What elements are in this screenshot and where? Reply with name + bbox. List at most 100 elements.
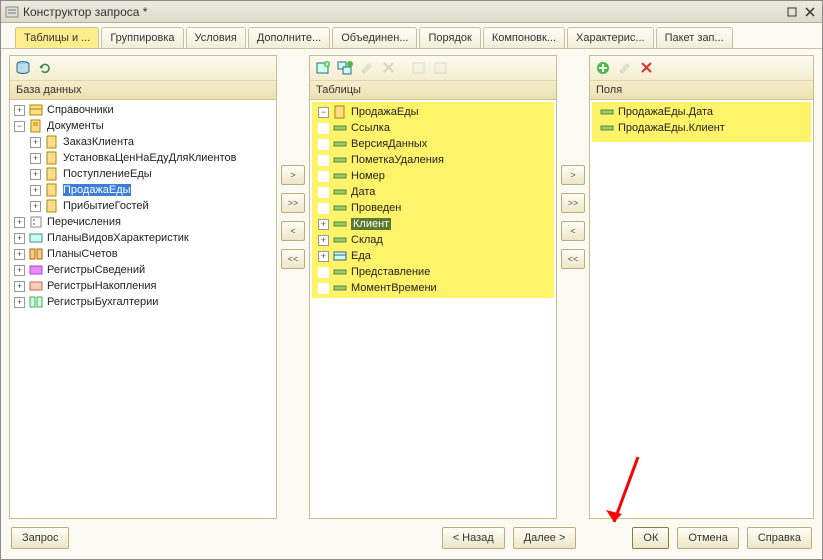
tab-additional[interactable]: Дополните... (248, 27, 330, 48)
tabbar: Таблицы и ... Группировка Условия Дополн… (1, 23, 822, 49)
tree-item[interactable]: +РегистрыНакопления (12, 278, 274, 294)
edit-icon (616, 59, 634, 77)
tree-item[interactable]: +Склад (312, 232, 554, 248)
inforeg-icon (29, 263, 43, 277)
field-icon (600, 121, 614, 135)
doc-icon (45, 199, 59, 213)
tree-item[interactable]: Номер (312, 168, 554, 184)
move-all-right-button[interactable]: >> (281, 193, 305, 213)
tree-item[interactable]: +ПрибытиеГостей (12, 198, 274, 214)
titlebar: Конструктор запроса * (1, 1, 822, 23)
query-button[interactable]: Запрос (11, 527, 69, 549)
database-panel: База данных +Справочники −Документы +Зак… (9, 55, 277, 519)
tree-item[interactable]: +Справочники (12, 102, 274, 118)
tree-item[interactable]: +Перечисления (12, 214, 274, 230)
delete-icon[interactable] (638, 59, 656, 77)
edit-icon (358, 59, 376, 77)
field-icon (333, 233, 347, 247)
field-icon (600, 105, 614, 119)
tree-item[interactable]: +ЗаказКлиента (12, 134, 274, 150)
field-icon (333, 281, 347, 295)
temp-table-icon (432, 59, 450, 77)
tab-conditions[interactable]: Условия (186, 27, 246, 48)
app-icon (5, 5, 19, 19)
tree-item[interactable]: +РегистрыБухгалтерии (12, 294, 274, 310)
tree-item[interactable]: +Еда (312, 248, 554, 264)
tree-item[interactable]: Проведен (312, 200, 554, 216)
query-builder-window: Конструктор запроса * Таблицы и ... Груп… (0, 0, 823, 560)
tree-item[interactable]: Ссылка (312, 120, 554, 136)
tree-item[interactable]: ПометкаУдаления (312, 152, 554, 168)
fields-list[interactable]: ПродажаЕды.Дата ПродажаЕды.Клиент (590, 100, 813, 518)
fields-header: Поля (590, 81, 813, 100)
accumreg-icon (29, 279, 43, 293)
refresh-icon[interactable] (36, 59, 54, 77)
move-right-button[interactable]: > (561, 165, 585, 185)
db-to-tables-buttons: > >> < << (277, 55, 309, 519)
delete-icon (380, 59, 398, 77)
tab-batch[interactable]: Пакет зап... (656, 27, 733, 48)
tree-item[interactable]: +ПланыСчетов (12, 246, 274, 262)
tree-item[interactable]: Дата (312, 184, 554, 200)
doc-icon (45, 183, 59, 197)
back-button[interactable]: < Назад (442, 527, 505, 549)
tables-tree[interactable]: −ПродажаЕды Ссылка ВерсияДанных ПометкаУ… (310, 100, 556, 518)
field-icon (333, 169, 347, 183)
field-icon (333, 121, 347, 135)
doc-icon (333, 105, 347, 119)
tree-item[interactable]: +УстановкаЦенНаЕдуДляКлиентов (12, 150, 274, 166)
tables-header: Таблицы (310, 81, 556, 100)
list-item[interactable]: ПродажаЕды.Дата (592, 104, 811, 120)
fields-panel: Поля ПродажаЕды.Дата ПродажаЕды.Клиент (589, 55, 814, 519)
tree-item[interactable]: +РегистрыСведений (12, 262, 274, 278)
add-icon[interactable] (594, 59, 612, 77)
add-table-icon[interactable] (314, 59, 332, 77)
tab-characteristics[interactable]: Характерис... (567, 27, 654, 48)
tables-to-fields-buttons: > >> < << (557, 55, 589, 519)
move-left-button[interactable]: < (281, 221, 305, 241)
footer: Запрос < Назад Далее > ОК Отмена Справка (1, 521, 822, 559)
add-nested-icon[interactable] (336, 59, 354, 77)
tree-item[interactable]: Представление (312, 264, 554, 280)
cancel-button[interactable]: Отмена (677, 527, 738, 549)
tab-union[interactable]: Объединен... (332, 27, 417, 48)
window-title: Конструктор запроса * (23, 5, 784, 19)
maximize-button[interactable] (784, 5, 800, 19)
tab-order[interactable]: Порядок (419, 27, 480, 48)
move-all-right-button[interactable]: >> (561, 193, 585, 213)
accounts-icon (29, 247, 43, 261)
tree-item[interactable]: −ПродажаЕды (312, 104, 554, 120)
close-button[interactable] (802, 5, 818, 19)
accreg-icon (29, 295, 43, 309)
db-toolbar (10, 56, 276, 81)
tables-toolbar (310, 56, 556, 81)
move-all-left-button[interactable]: << (281, 249, 305, 269)
tab-composition[interactable]: Компоновк... (483, 27, 565, 48)
tree-item[interactable]: +ПланыВидовХарактеристик (12, 230, 274, 246)
tab-grouping[interactable]: Группировка (101, 27, 183, 48)
tree-item[interactable]: ВерсияДанных (312, 136, 554, 152)
tree-item[interactable]: −Документы (12, 118, 274, 134)
tree-item-selected[interactable]: +ПродажаЕды (12, 182, 274, 198)
db-icon[interactable] (14, 59, 32, 77)
db-tree[interactable]: +Справочники −Документы +ЗаказКлиента +У… (10, 100, 276, 518)
ok-button[interactable]: ОК (632, 527, 669, 549)
db-header: База данных (10, 81, 276, 100)
next-button[interactable]: Далее > (513, 527, 577, 549)
field-icon (333, 153, 347, 167)
list-item[interactable]: ПродажаЕды.Клиент (592, 120, 811, 136)
move-right-button[interactable]: > (281, 165, 305, 185)
tree-item[interactable]: +ПоступлениеЕды (12, 166, 274, 182)
replace-icon (410, 59, 428, 77)
tab-tables[interactable]: Таблицы и ... (15, 27, 99, 48)
move-all-left-button[interactable]: << (561, 249, 585, 269)
field-icon (333, 265, 347, 279)
chartype-icon (29, 231, 43, 245)
tree-item[interactable]: МоментВремени (312, 280, 554, 296)
tables-panel: Таблицы −ПродажаЕды Ссылка ВерсияДанных … (309, 55, 557, 519)
field-icon (333, 137, 347, 151)
move-left-button[interactable]: < (561, 221, 585, 241)
fields-toolbar (590, 56, 813, 81)
tree-item-selected[interactable]: +Клиент (312, 216, 554, 232)
help-button[interactable]: Справка (747, 527, 812, 549)
